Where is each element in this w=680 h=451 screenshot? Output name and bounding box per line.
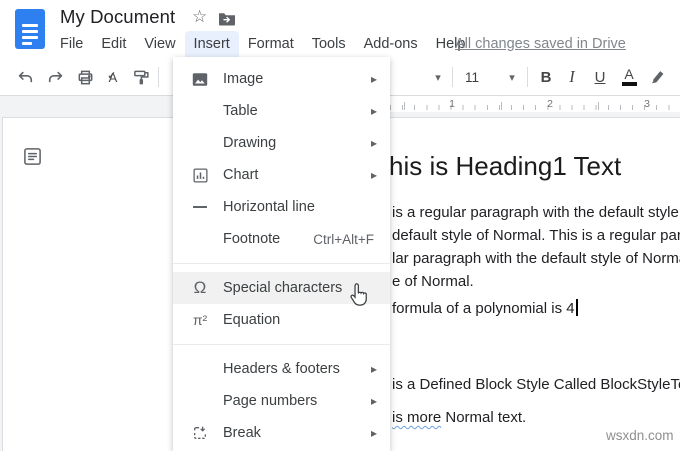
paint-format-icon[interactable] [128,64,154,90]
paragraph-line: lar paragraph with the default style of … [392,250,680,267]
toolbar-separator [158,67,159,87]
menu-item-chart[interactable]: Chart ▸ [173,159,390,191]
chart-icon [189,167,211,184]
mouse-hand-cursor [347,281,372,313]
watermark: wsxdn.com [606,428,674,443]
menu-item-label: Equation [223,312,281,328]
text-cursor [575,299,578,316]
text-color-letter: A [624,66,634,83]
document-outline-icon[interactable] [21,145,43,167]
keyboard-shortcut: Ctrl+Alt+F [313,231,374,247]
undo-icon[interactable] [12,64,38,90]
heading1-text[interactable]: his is Heading1 Text [389,151,621,182]
header: My Document ☆ File Edit View Insert Form… [0,0,680,58]
menu-item-label: Image [223,71,264,87]
paragraph-line: e of Normal. [392,273,474,290]
underline-button[interactable]: U [587,64,613,90]
formula-text: formula of a polynomial is 4 [392,300,575,317]
pi-squared-icon: π² [192,312,208,328]
text-color-bar [621,82,637,86]
submenu-arrow-icon: ▸ [370,72,377,86]
ruler-half-tick [501,102,502,110]
menu-item-break[interactable]: Break ▸ [173,417,390,449]
highlight-color-icon[interactable] [645,64,671,90]
bold-button[interactable]: B [533,64,559,90]
page-break-icon [189,425,211,441]
menu-format[interactable]: Format [239,31,303,58]
menu-item-footnote[interactable]: Footnote Ctrl+Alt+F [173,223,390,255]
submenu-arrow-icon: ▸ [370,104,377,118]
menu-item-page-numbers[interactable]: Page numbers ▸ [173,385,390,417]
redo-icon[interactable] [42,64,68,90]
spellcheck-checkmark: ✓ [107,70,117,82]
menu-tools[interactable]: Tools [303,31,355,58]
spellcheck-icon[interactable]: A ✓ [100,64,126,90]
menu-item-label: Headers & footers [223,361,340,377]
submenu-arrow-icon: ▸ [370,136,377,150]
ruler-number: 1 [449,98,455,110]
menu-add-ons[interactable]: Add-ons [355,31,427,58]
italic-button[interactable]: I [559,64,585,90]
menu-item-label: Page numbers [223,393,318,409]
formula-line[interactable]: formula of a polynomial is 4 [392,299,578,317]
text-color-icon[interactable]: A [616,64,642,90]
menubar: File Edit View Insert Format Tools Add-o… [51,31,474,58]
paragraph-text[interactable]: is a regular paragraph with the default … [392,201,680,293]
menu-item-label: Drawing [223,135,277,151]
normal-text-rest: Normal text. [441,409,527,426]
menu-view[interactable]: View [135,31,184,58]
image-icon [189,71,211,88]
menu-insert[interactable]: Insert [184,31,239,58]
horizontal-line-icon [189,206,211,208]
submenu-arrow-icon: ▸ [370,426,377,440]
font-size-value[interactable]: 11 [459,64,485,90]
submenu-arrow-icon: ▸ [370,394,377,408]
toolbar-separator [452,67,453,87]
ruler-number: 3 [644,98,650,110]
paragraph-line: default style of Normal. This is a regul… [392,227,680,244]
omega-icon: Ω [193,278,207,297]
spellcheck-flagged-text: is more [392,409,442,426]
docs-logo-icon[interactable] [15,9,45,49]
google-docs-window: My Document ☆ File Edit View Insert Form… [0,0,680,451]
menu-item-headers-footers[interactable]: Headers & footers ▸ [173,353,390,385]
insert-dropdown-menu: Image ▸ Table ▸ Drawing ▸ Chart ▸ Horizo… [173,57,390,451]
normal-text-line[interactable]: is more Normal text. [392,409,526,426]
ruler-half-tick [404,102,405,110]
toolbar-separator [527,67,528,87]
move-to-folder-icon[interactable] [218,11,236,31]
menu-item-label: Table [223,103,258,119]
menu-item-label: Horizontal line [223,199,315,215]
document-title[interactable]: My Document [60,6,175,28]
menu-item-label: Break [223,425,261,441]
menu-separator [173,344,390,345]
save-status-link[interactable]: All changes saved in Drive [455,36,626,52]
menu-item-image[interactable]: Image ▸ [173,63,390,95]
submenu-arrow-icon: ▸ [370,362,377,376]
font-dropdown-icon[interactable]: ▾ [425,64,451,90]
block-style-line[interactable]: is a Defined Block Style Called BlockSty… [392,376,680,393]
menu-item-horizontal-line[interactable]: Horizontal line [173,191,390,223]
ruler-half-tick [598,102,599,110]
menu-item-table[interactable]: Table ▸ [173,95,390,127]
menu-item-label: Chart [223,167,259,183]
menu-edit[interactable]: Edit [92,31,135,58]
paragraph-line: is a regular paragraph with the default … [392,204,680,221]
star-icon[interactable]: ☆ [192,7,207,27]
submenu-arrow-icon: ▸ [370,168,377,182]
menu-separator [173,263,390,264]
menu-file[interactable]: File [51,31,92,58]
ruler-ticks [390,105,680,110]
menu-item-label: Special characters [223,280,343,296]
menu-item-label: Footnote [223,231,281,247]
font-size-dropdown-icon[interactable]: ▾ [499,64,525,90]
print-icon[interactable] [72,64,98,90]
menu-item-drawing[interactable]: Drawing ▸ [173,127,390,159]
ruler-number: 2 [547,98,553,110]
